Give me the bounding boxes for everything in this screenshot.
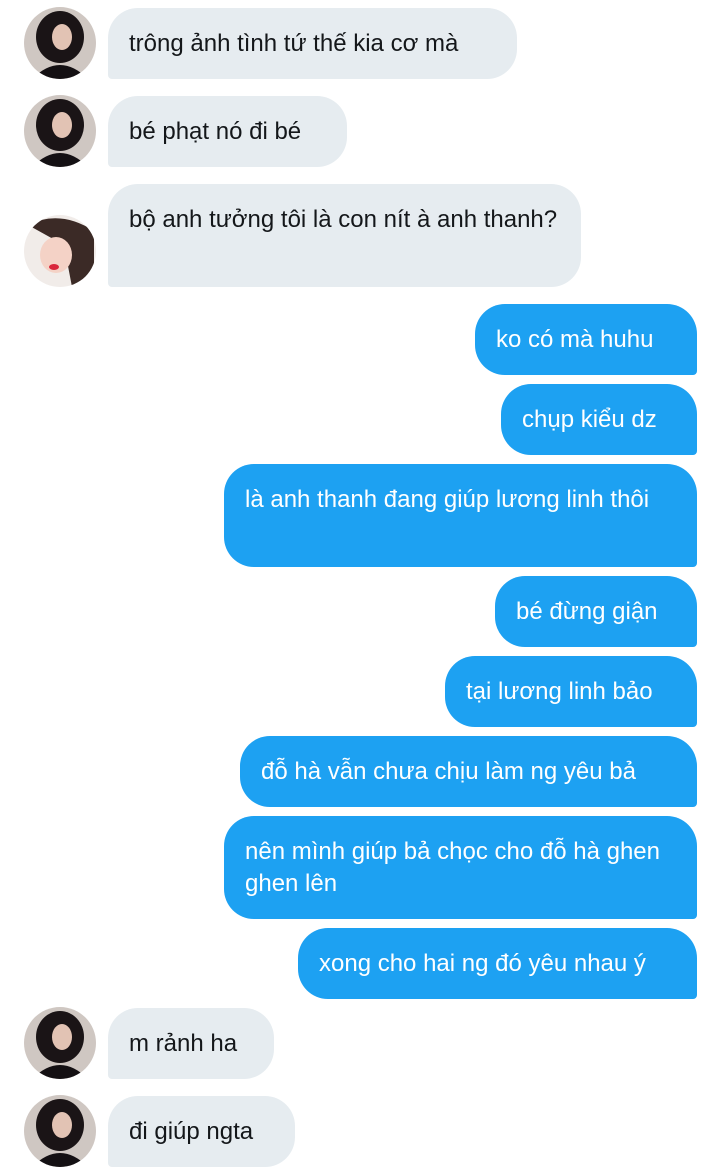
- avatar[interactable]: [24, 215, 96, 287]
- avatar[interactable]: [24, 7, 96, 79]
- incoming-message[interactable]: trông ảnh tình tứ thế kia cơ mà: [108, 8, 517, 79]
- avatar[interactable]: [24, 1095, 96, 1167]
- incoming-message[interactable]: đi giúp ngta: [108, 1096, 295, 1167]
- incoming-message[interactable]: bé phạt nó đi bé: [108, 96, 347, 167]
- incoming-message[interactable]: m rảnh ha: [108, 1008, 274, 1079]
- outgoing-message[interactable]: đỗ hà vẫn chưa chịu làm ng yêu bả: [240, 736, 697, 807]
- avatar[interactable]: [24, 95, 96, 167]
- outgoing-message[interactable]: chụp kiểu dz: [501, 384, 697, 455]
- outgoing-message[interactable]: là anh thanh đang giúp lương linh thôi: [224, 464, 697, 567]
- outgoing-message[interactable]: tại lương linh bảo: [445, 656, 697, 727]
- outgoing-message[interactable]: xong cho hai ng đó yêu nhau ý: [298, 928, 697, 999]
- outgoing-message[interactable]: nên mình giúp bả chọc cho đỗ hà ghen ghe…: [224, 816, 697, 919]
- incoming-message[interactable]: bộ anh tưởng tôi là con nít à anh thanh?: [108, 184, 581, 287]
- outgoing-message[interactable]: bé đừng giận: [495, 576, 697, 647]
- outgoing-message[interactable]: ko có mà huhu: [475, 304, 697, 375]
- avatar[interactable]: [24, 1007, 96, 1079]
